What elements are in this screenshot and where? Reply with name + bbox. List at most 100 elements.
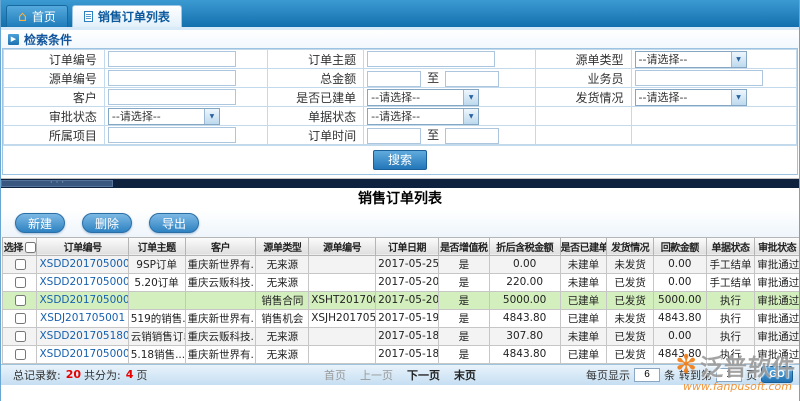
- amount-to-input[interactable]: [445, 71, 500, 87]
- table-row[interactable]: XSDD2017050002 销售合同XSHT201700...2017-05-2…: [1, 290, 799, 310]
- is-created-select[interactable]: --请选择-- ▼: [367, 88, 480, 106]
- cell-doc-status: 执行: [705, 308, 756, 328]
- record-summary: 总记录数: 20 共分为: 4 页: [13, 367, 149, 383]
- order-number-link[interactable]: XSDD2017050004: [39, 258, 127, 270]
- subject-input[interactable]: [367, 51, 496, 67]
- cell-customer: [184, 290, 257, 310]
- table-row[interactable]: XSDD2017050004 9SP订单 重庆新世界有... 无来源 2017-05-2…: [1, 254, 799, 274]
- order-number-link[interactable]: XSDD2017050001: [39, 276, 127, 288]
- goto-unit: 页: [746, 368, 757, 382]
- col-customer: 客户: [184, 236, 257, 256]
- doc-status-select[interactable]: --请选择-- ▼: [367, 107, 480, 125]
- first-page-link[interactable]: 首页: [324, 367, 346, 383]
- col-amount: 折后含税金额: [488, 236, 561, 256]
- is-created-label: 是否已建单: [267, 87, 365, 107]
- next-page-link[interactable]: 下一页: [407, 367, 440, 383]
- source-no-input[interactable]: [107, 70, 236, 86]
- cell-source-no: XSHT201700...: [308, 290, 377, 310]
- amount-from-input[interactable]: [367, 71, 422, 87]
- tab-home[interactable]: ⌂ 首页: [6, 5, 68, 27]
- order-no-label: 订单编号: [3, 49, 105, 69]
- select-all-checkbox[interactable]: [24, 242, 36, 253]
- cell-payment: 4843.80: [652, 344, 707, 364]
- cell-vat: 是: [437, 254, 490, 274]
- search-button-row: 搜索: [3, 145, 797, 174]
- order-number-link[interactable]: XSDD2017050002: [39, 294, 127, 306]
- search-form: 订单编号 订单主题 源单类型 --请选择-- ▼ 源单编号 总金额 至 业务员 …: [3, 49, 797, 145]
- horizontal-scrollbar[interactable]: [1, 178, 799, 188]
- cell-vat: 是: [437, 290, 490, 310]
- order-number-link[interactable]: XSDD2017050003: [39, 348, 127, 360]
- table-row[interactable]: XSDD2017050003 5.18销售... 重庆新世界有... 无来源 2017-…: [1, 344, 799, 364]
- row-select-cell: [1, 290, 38, 310]
- project-input[interactable]: [107, 127, 236, 143]
- cell-subject: 519的销售...: [127, 308, 186, 328]
- table-row[interactable]: XSDD20170518031云销销售订单重庆云贩科技...无来源 2017-05…: [1, 326, 799, 346]
- row-checkbox[interactable]: [15, 294, 27, 306]
- export-button[interactable]: 导出: [149, 213, 200, 233]
- row-checkbox[interactable]: [15, 276, 27, 288]
- prev-page-link[interactable]: 上一页: [360, 367, 393, 383]
- row-checkbox[interactable]: [15, 348, 27, 360]
- order-table: 选择 订单编号 订单主题 客户 源单类型 源单编号 订单日期 是否增值税 折后含…: [1, 236, 799, 364]
- cell-doc-status: 执行: [705, 326, 756, 346]
- row-checkbox[interactable]: [15, 330, 27, 342]
- order-number-link[interactable]: XSDD20170518031: [39, 330, 127, 342]
- order-number-link[interactable]: XSDJ201705001: [40, 312, 125, 324]
- cell-date: 2017-05-20: [375, 272, 439, 292]
- time-from-input[interactable]: [367, 128, 422, 144]
- approval-select[interactable]: --请选择-- ▼: [107, 107, 220, 125]
- cell-delivery: 已发货: [606, 290, 654, 310]
- search-conditions-title: 检索条件: [24, 32, 73, 47]
- new-button[interactable]: 新建: [15, 213, 66, 233]
- cell-source-no: [308, 344, 377, 364]
- col-approval: 审批状态: [754, 236, 799, 256]
- cell-amount: 0.00: [488, 254, 561, 274]
- scrollbar-thumb[interactable]: [1, 179, 113, 187]
- salesman-input[interactable]: [634, 70, 763, 86]
- table-row[interactable]: XSDJ201705001519的销售...重庆新世界有...销售机会XSJH2…: [1, 308, 799, 328]
- cell-order-no: XSDD2017050002: [36, 290, 129, 310]
- search-button[interactable]: 搜索: [372, 149, 427, 170]
- last-page-link[interactable]: 末页: [454, 367, 476, 383]
- time-to-input[interactable]: [445, 128, 500, 144]
- total-amount-label: 总金额: [267, 68, 365, 88]
- row-checkbox[interactable]: [15, 258, 27, 270]
- cell-delivery: 已发货: [606, 272, 654, 292]
- delivery-select[interactable]: --请选择-- ▼: [634, 88, 747, 106]
- chevron-down-icon: ▼: [730, 89, 746, 105]
- delete-button[interactable]: 删除: [82, 213, 133, 233]
- source-type-field: --请选择-- ▼: [630, 49, 797, 69]
- cell-delivery: 未发货: [606, 308, 654, 328]
- customer-input[interactable]: [107, 89, 236, 105]
- row-checkbox[interactable]: [15, 312, 27, 324]
- tab-sales-order-list[interactable]: 销售订单列表: [71, 5, 182, 27]
- cell-approval: 审批通过: [754, 308, 799, 328]
- row-select-cell: [1, 308, 38, 328]
- cell-date: 2017-05-18: [375, 344, 439, 364]
- cell-created: 已建单: [559, 290, 608, 310]
- per-page-input[interactable]: [634, 367, 660, 382]
- salesman-label: 业务员: [534, 68, 632, 88]
- cell-date: 2017-05-25: [375, 254, 439, 274]
- cell-vat: 是: [437, 308, 490, 328]
- cell-source-type: 无来源: [255, 272, 310, 292]
- cell-amount: 5000.00: [488, 290, 561, 310]
- tab-sales-order-list-label: 销售订单列表: [97, 10, 170, 24]
- cell-delivery: 未发货: [606, 254, 654, 274]
- cell-order-no: XSDD2017050004: [36, 254, 129, 274]
- source-type-select[interactable]: --请选择-- ▼: [634, 50, 747, 68]
- goto-page-input[interactable]: [716, 367, 742, 382]
- order-time-label: 订单时间: [267, 125, 365, 145]
- cell-created: 已建单: [559, 308, 608, 328]
- go-button[interactable]: GO: [761, 366, 793, 383]
- cell-customer: 重庆云贩科技...: [184, 272, 257, 292]
- cell-source-no: [308, 254, 377, 274]
- order-no-input[interactable]: [107, 51, 236, 67]
- search-conditions-header[interactable]: ▶ 检索条件: [1, 30, 799, 48]
- row-select-cell: [1, 344, 38, 364]
- list-title: 销售订单列表: [358, 190, 442, 207]
- table-row[interactable]: XSDD2017050001 5.20订单 重庆云贩科技... 无来源 2017-05-…: [1, 272, 799, 292]
- cell-created: 未建单: [559, 326, 608, 346]
- col-delivery: 发货情况: [606, 236, 654, 256]
